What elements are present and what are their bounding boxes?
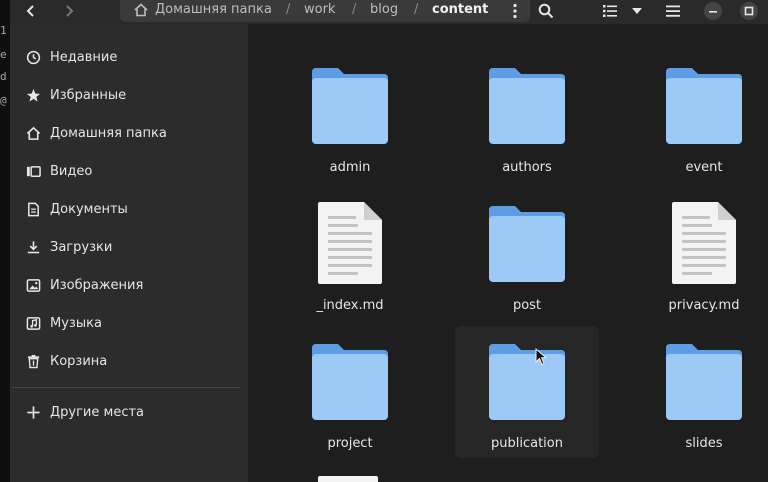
sidebar-item-label: Изображения: [50, 277, 144, 293]
mouse-cursor-icon: [535, 348, 547, 366]
recent-icon: [22, 46, 44, 68]
images-icon: [22, 274, 44, 296]
documents-icon: [22, 198, 44, 220]
music-icon: [22, 312, 44, 334]
breadcrumb-content[interactable]: content: [432, 2, 488, 17]
minimize-button[interactable]: [702, 0, 724, 22]
home-icon: [134, 3, 148, 17]
folder-icon: [489, 344, 565, 420]
file-name: slides: [685, 436, 723, 451]
chevron-down-icon: [632, 8, 642, 14]
terminal-char: @: [0, 94, 7, 107]
path-menu-button[interactable]: [506, 0, 524, 22]
sidebar-item-label: Корзина: [50, 353, 108, 369]
folder-icon: [312, 68, 388, 144]
breadcrumb-blog[interactable]: blog: [370, 2, 398, 17]
search-icon: [538, 3, 554, 19]
view-options-button[interactable]: [626, 0, 648, 22]
sidebar-item-video[interactable]: Видео: [22, 156, 242, 186]
maximize-button[interactable]: [738, 0, 760, 22]
sidebar-item-other-places[interactable]: Другие места: [22, 397, 242, 427]
file-name: post: [512, 298, 542, 313]
sidebar-item-label: Другие места: [50, 404, 145, 420]
kebab-menu-icon: [513, 3, 517, 19]
forward-button[interactable]: [56, 0, 82, 22]
header-bar: Домашняя папка / work / blog / content: [10, 0, 768, 24]
sidebar-item-label: Недавние: [50, 49, 118, 65]
view-toggle-button[interactable]: [598, 0, 622, 22]
plus-icon: [22, 401, 44, 423]
grid-item-project[interactable]: project: [278, 330, 422, 464]
minimize-icon: [704, 2, 722, 20]
sidebar-divider: [12, 387, 240, 388]
breadcrumb-work[interactable]: work: [304, 2, 335, 17]
sidebar-item-trash[interactable]: Корзина: [22, 346, 242, 376]
downloads-icon: [22, 236, 44, 258]
terminal-char: d: [0, 70, 7, 83]
file-name: project: [327, 436, 373, 451]
sidebar-item-label: Домашняя папка: [50, 125, 167, 141]
sidebar-item-label: Загрузки: [50, 239, 113, 255]
sidebar-item-starred[interactable]: Избранные: [22, 80, 242, 110]
grid-item-slides[interactable]: slides: [632, 330, 768, 464]
folder-icon: [666, 68, 742, 144]
file-name: admin: [329, 160, 371, 175]
folder-icon: [666, 344, 742, 420]
file-grid: admin authors event _index.md post priva…: [248, 24, 768, 482]
sidebar-item-downloads[interactable]: Загрузки: [22, 232, 242, 262]
text-file-icon: [672, 202, 736, 284]
background-terminal-strip: 1 e d @: [0, 0, 10, 482]
folder-icon: [489, 68, 565, 144]
list-view-icon: [603, 5, 617, 17]
breadcrumb-home[interactable]: Домашняя папка: [155, 2, 272, 17]
sidebar-item-label: Видео: [50, 163, 93, 179]
folder-icon: [312, 344, 388, 420]
trash-icon: [22, 350, 44, 372]
partial-file-icon: [318, 476, 378, 482]
video-icon: [22, 160, 44, 182]
breadcrumb-separator: /: [352, 2, 357, 17]
sidebar-item-label: Документы: [50, 201, 128, 217]
file-name: event: [685, 160, 723, 175]
star-icon: [22, 84, 44, 106]
grid-item-privacy-md[interactable]: privacy.md: [632, 192, 768, 326]
grid-item-index-md[interactable]: _index.md: [278, 192, 422, 326]
sidebar-item-recent[interactable]: Недавние: [22, 42, 242, 72]
sidebar: Недавние Избранные Домашняя папка Видео …: [10, 24, 248, 482]
grid-item-post[interactable]: post: [455, 192, 599, 326]
sidebar-item-images[interactable]: Изображения: [22, 270, 242, 300]
breadcrumb: Домашняя папка / work / blog / content: [120, 0, 530, 22]
sidebar-item-label: Избранные: [50, 87, 127, 103]
search-button[interactable]: [534, 0, 558, 22]
grid-item-admin[interactable]: admin: [278, 54, 422, 188]
folder-icon: [489, 206, 565, 282]
text-file-icon: [318, 202, 382, 284]
file-name: _index.md: [316, 298, 384, 313]
maximize-icon: [740, 2, 758, 20]
sidebar-item-home[interactable]: Домашняя папка: [22, 118, 242, 148]
forward-icon: [66, 5, 74, 17]
terminal-char: e: [0, 48, 7, 61]
grid-item-event[interactable]: event: [632, 54, 768, 188]
back-button[interactable]: [18, 0, 44, 22]
grid-item-publication[interactable]: publication: [455, 326, 599, 458]
terminal-char: 1: [0, 24, 7, 37]
breadcrumb-separator: /: [286, 2, 291, 17]
sidebar-item-label: Музыка: [50, 315, 102, 331]
sidebar-item-music[interactable]: Музыка: [22, 308, 242, 338]
file-name: publication: [491, 436, 563, 451]
back-icon: [26, 5, 34, 17]
grid-item-authors[interactable]: authors: [455, 54, 599, 188]
file-name: privacy.md: [668, 298, 740, 313]
file-name: authors: [502, 160, 552, 175]
home-icon: [22, 122, 44, 144]
main-menu-button[interactable]: [660, 0, 686, 22]
sidebar-item-documents[interactable]: Документы: [22, 194, 242, 224]
hamburger-menu-icon: [666, 5, 680, 17]
breadcrumb-separator: /: [414, 2, 419, 17]
